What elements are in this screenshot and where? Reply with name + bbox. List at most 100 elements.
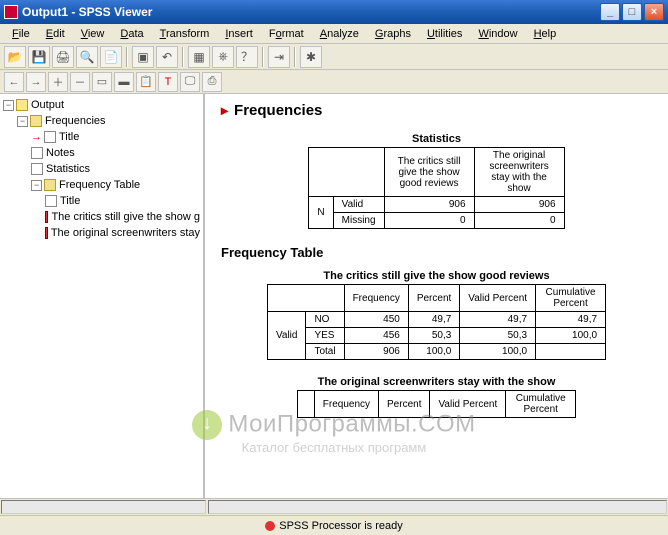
goto-data-button[interactable]: ▦	[188, 46, 210, 68]
menu-graphs[interactable]: Graphs	[367, 26, 419, 42]
statistics-table[interactable]: The critics still give the show good rev…	[308, 147, 564, 229]
table-row: YES 456 50,3 50,3 100,0	[267, 328, 605, 344]
menu-transform[interactable]: Transform	[152, 26, 218, 42]
menu-analyze[interactable]: Analyze	[312, 26, 367, 42]
tree-critics[interactable]: The critics still give the show g	[3, 209, 200, 225]
stats-title: Statistics	[221, 133, 652, 145]
maximize-button[interactable]: □	[622, 3, 642, 21]
toolbar-separator	[182, 47, 184, 67]
insert-text-button[interactable]: 🖵	[180, 72, 200, 92]
cell: 49,7	[460, 312, 536, 328]
tree-frequencies[interactable]: −Frequencies	[3, 113, 200, 129]
page-title: ▸Frequencies	[221, 102, 652, 119]
output-icon	[16, 99, 28, 111]
menu-window[interactable]: Window	[470, 26, 525, 42]
expand-button[interactable]: ＋	[48, 72, 68, 92]
undo-button[interactable]: ↶	[156, 46, 178, 68]
page-icon	[31, 147, 43, 159]
tree-label: Notes	[46, 145, 75, 161]
col-cpct: Cumulative Percent	[536, 285, 606, 312]
tree-notes[interactable]: Notes	[3, 145, 200, 161]
promote-button[interactable]: ←	[4, 72, 24, 92]
show-button[interactable]: ▭	[92, 72, 112, 92]
col-vpct: Valid Percent	[430, 391, 506, 418]
cell: 50,3	[408, 328, 459, 344]
menu-insert[interactable]: Insert	[217, 26, 261, 42]
menu-utilities[interactable]: Utilities	[419, 26, 470, 42]
empty-header	[297, 391, 314, 418]
open-button[interactable]: 📂	[4, 46, 26, 68]
cell: 100,0	[460, 344, 536, 360]
cell: 906	[384, 197, 474, 213]
row-n: N	[309, 197, 333, 229]
preview-button[interactable]: 🔍	[76, 46, 98, 68]
row-total: Total	[306, 344, 344, 360]
collapse-button[interactable]: －	[70, 72, 90, 92]
menu-format[interactable]: Format	[261, 26, 312, 42]
print-button[interactable]: 🖨	[52, 46, 74, 68]
menu-help[interactable]: Help	[526, 26, 565, 42]
collapse-icon[interactable]: −	[31, 180, 42, 191]
outline-pane[interactable]: −Output −Frequencies →Title Notes Statis…	[0, 94, 205, 498]
tree-frequency-table[interactable]: −Frequency Table	[3, 177, 200, 193]
cell: 906	[344, 344, 408, 360]
collapse-icon[interactable]: −	[17, 116, 28, 127]
tree-title[interactable]: →Title	[3, 129, 200, 145]
cell: 50,3	[460, 328, 536, 344]
goto-case-button[interactable]: ⎈	[212, 46, 234, 68]
insert-chart-button[interactable]: ⎙	[202, 72, 222, 92]
content-scrollbar[interactable]	[208, 500, 667, 514]
table-icon	[45, 211, 48, 223]
menu-data[interactable]: Data	[112, 26, 151, 42]
insert-heading-button[interactable]: 📋	[136, 72, 156, 92]
col-vpct: Valid Percent	[460, 285, 536, 312]
table-row: Missing 0 0	[309, 213, 564, 229]
tree-writers[interactable]: The original screenwriters stay	[3, 225, 200, 241]
close-button[interactable]: ×	[644, 3, 664, 21]
statusbar: SPSS Processor is ready	[0, 515, 668, 535]
tree-scrollbar[interactable]	[1, 500, 206, 514]
hide-button[interactable]: ▬	[114, 72, 134, 92]
menu-file[interactable]: File	[4, 26, 38, 42]
table-row: N Valid 906 906	[309, 197, 564, 213]
tree-title-2[interactable]: Title	[3, 193, 200, 209]
col-pct: Percent	[408, 285, 459, 312]
export-button[interactable]: 📄	[100, 46, 122, 68]
col-freq: Frequency	[314, 391, 378, 418]
content-pane[interactable]: ▸Frequencies Statistics The critics stil…	[205, 94, 668, 498]
tree-label: Title	[60, 193, 80, 209]
tree-statistics[interactable]: Statistics	[3, 161, 200, 177]
tree-label: The original screenwriters stay	[51, 225, 200, 241]
menu-view[interactable]: View	[73, 26, 113, 42]
cell: 906	[474, 197, 564, 213]
toolbar-separator	[262, 47, 264, 67]
tree-output[interactable]: −Output	[3, 97, 200, 113]
row-no: NO	[306, 312, 344, 328]
status-text: SPSS Processor is ready	[279, 520, 403, 532]
menubar: File Edit View Data Transform Insert For…	[0, 24, 668, 44]
tree-label: The critics still give the show g	[51, 209, 200, 225]
collapse-icon[interactable]: −	[3, 100, 14, 111]
select-last-button[interactable]: ⇥	[268, 46, 290, 68]
freq-table-2[interactable]: Frequency Percent Valid Percent Cumulati…	[297, 390, 576, 418]
minimize-button[interactable]: _	[600, 3, 620, 21]
freq-table-1[interactable]: Frequency Percent Valid Percent Cumulati…	[267, 284, 606, 360]
col-pct: Percent	[379, 391, 430, 418]
tree-label: Title	[59, 129, 79, 145]
insert-title-button[interactable]: T	[158, 72, 178, 92]
menu-edit[interactable]: Edit	[38, 26, 73, 42]
dialog-recall-button[interactable]: ▣	[132, 46, 154, 68]
window-title: Output1 - SPSS Viewer	[22, 5, 598, 19]
variables-button[interactable]: ？	[236, 46, 258, 68]
designate-window-button[interactable]: ✱	[300, 46, 322, 68]
toolbar-separator	[126, 47, 128, 67]
col-critics: The critics still give the show good rev…	[384, 148, 474, 197]
col-cpct: Cumulative Percent	[506, 391, 576, 418]
scrollbar-row	[0, 498, 668, 515]
demote-button[interactable]: →	[26, 72, 46, 92]
empty-header	[309, 148, 384, 197]
cell: 0	[384, 213, 474, 229]
freq-table-heading: Frequency Table	[221, 245, 652, 260]
status-icon	[265, 521, 275, 531]
save-button[interactable]: 💾	[28, 46, 50, 68]
